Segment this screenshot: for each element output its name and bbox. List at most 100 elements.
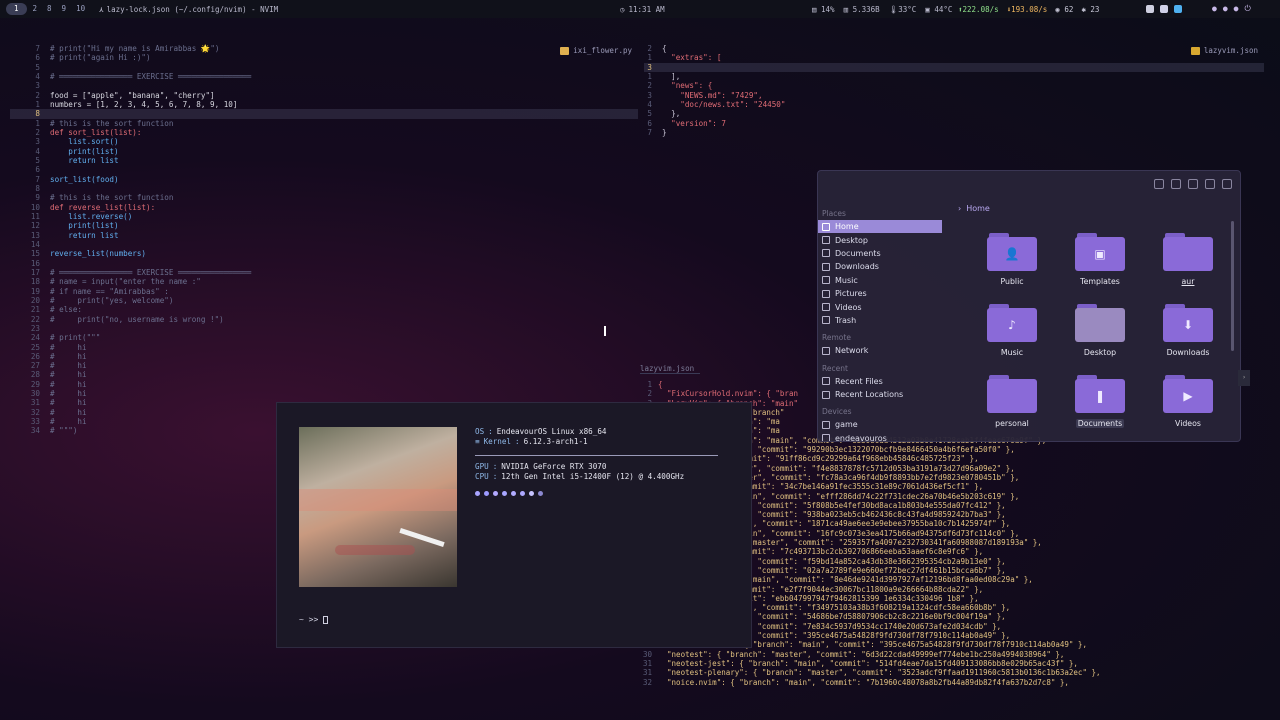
code-line[interactable]: 9 # this is the sort function <box>10 193 638 202</box>
folder-desktop[interactable]: Desktop <box>1056 304 1144 357</box>
sidebar-item-network[interactable]: Network <box>818 344 942 357</box>
folder-public[interactable]: 👤 Public <box>968 233 1056 286</box>
workspace-9[interactable]: 9 <box>58 3 71 15</box>
sidebar-item-recent-files[interactable]: Recent Files <box>818 375 942 388</box>
code-line[interactable]: 5 }, <box>644 109 1264 118</box>
lock-line[interactable]: 32 "noice.nvim": { "branch": "main", "co… <box>640 678 1270 687</box>
code-line[interactable]: 15 reverse_list(numbers) <box>10 249 638 258</box>
workspace-2[interactable]: 2 <box>29 3 42 15</box>
code-line[interactable]: 1 "extras": [ <box>644 53 1264 62</box>
folder-personal[interactable]: personal <box>968 375 1056 428</box>
code-line[interactable]: 13 return list <box>10 231 638 240</box>
file-manager-scrollbar[interactable] <box>1231 221 1234 351</box>
folder-music[interactable]: ♪ Music <box>968 304 1056 357</box>
code-line[interactable]: 21 # else: <box>10 305 638 314</box>
right-top-editor-pane[interactable]: lazyvim.json 2{1 "extras": [3 1 ], 2 "new… <box>644 44 1264 140</box>
sidebar-item-downloads[interactable]: Downloads <box>818 260 942 273</box>
code-line[interactable]: 26 # hi <box>10 352 638 361</box>
code-line[interactable]: 14 <box>10 240 638 249</box>
workspace-1[interactable]: 1 <box>6 3 27 15</box>
lock-line[interactable]: 30 "neotest": { "branch": "master", "com… <box>640 650 1270 659</box>
sidebar-item-home[interactable]: Home <box>818 220 942 234</box>
split-view-icon[interactable] <box>1154 179 1164 189</box>
code-line[interactable]: 11 list.reverse() <box>10 212 638 221</box>
sidebar-item-music[interactable]: Music <box>818 274 942 287</box>
preview-eye-icon[interactable] <box>1171 179 1181 189</box>
clock[interactable]: ◷ 11:31 AM <box>620 5 665 14</box>
breadcrumb[interactable]: › Home <box>958 204 990 213</box>
code-line[interactable]: 2{ <box>644 44 1264 53</box>
breadcrumb-home[interactable]: Home <box>966 204 990 213</box>
code-line[interactable]: 3 "NEWS.md": "7429", <box>644 91 1264 100</box>
tray-screen-icon[interactable] <box>1160 5 1168 13</box>
lock-icon[interactable]: ● <box>1212 4 1217 14</box>
sidebar-item-desktop[interactable]: Desktop <box>818 233 942 246</box>
code-line[interactable]: 27 # hi <box>10 361 638 370</box>
code-line[interactable]: 24 # print(""" <box>10 333 638 342</box>
code-line[interactable]: 4 print(list) <box>10 147 638 156</box>
code-line[interactable]: 18 # name = input("enter the name :" <box>10 277 638 286</box>
code-line[interactable]: 2 food = ["apple", "banana", "cherry"] <box>10 91 638 100</box>
sidebar-item-videos[interactable]: Videos <box>818 300 942 313</box>
sidebar-item-game[interactable]: game <box>818 418 942 431</box>
tray-window-icon[interactable] <box>1146 5 1154 13</box>
menu-icon[interactable] <box>1222 179 1232 189</box>
lock-line[interactable]: 31 "neotest-plenary": { "branch": "maste… <box>640 668 1270 677</box>
code-line[interactable]: 28 # hi <box>10 370 638 379</box>
code-line[interactable]: 5 return list <box>10 156 638 165</box>
code-line[interactable]: 3 <box>644 62 1264 72</box>
code-line[interactable]: 7 sort_list(food) <box>10 175 638 184</box>
terminal-window[interactable]: OS : EndeavourOS Linux x86_64 ≡ Kernel :… <box>276 402 752 648</box>
left-editor-pane[interactable]: ixi_flower.py 7 # print("Hi my name is Am… <box>10 44 638 444</box>
code-line[interactable]: 3 list.sort() <box>10 137 638 146</box>
code-line[interactable]: 12 print(list) <box>10 221 638 230</box>
code-line[interactable]: 8 <box>10 184 638 193</box>
code-line[interactable]: 16 <box>10 259 638 268</box>
code-line[interactable]: 22 # print("no, username is wrong !") <box>10 315 638 324</box>
network-icon[interactable]: ● <box>1234 4 1239 14</box>
sidebar-item-documents[interactable]: Documents <box>818 247 942 260</box>
code-line[interactable]: 5 <box>10 63 638 72</box>
workspace-8[interactable]: 8 <box>43 3 56 15</box>
volume-icon[interactable]: ● <box>1223 4 1228 14</box>
folder-downloads[interactable]: ⬇ Downloads <box>1144 304 1232 357</box>
code-line[interactable]: 29 # hi <box>10 380 638 389</box>
code-line[interactable]: 20 # print("yes, welcome") <box>10 296 638 305</box>
panel-toggle-icon[interactable] <box>1205 179 1215 189</box>
code-line[interactable]: 6 "version": 7 <box>644 119 1264 128</box>
code-line[interactable]: 6 # print("again Hi :)") <box>10 53 638 62</box>
code-line[interactable]: 4 # ════════════════ EXERCISE ═══════════… <box>10 72 638 81</box>
folder-templates[interactable]: ▣ Templates <box>1056 233 1144 286</box>
side-panel-tab[interactable]: › <box>1238 370 1250 386</box>
code-line[interactable]: 6 <box>10 165 638 174</box>
sidebar-item-recent-locations[interactable]: Recent Locations <box>818 388 942 401</box>
code-line[interactable]: 8 <box>10 109 638 119</box>
lock-line[interactable]: 31 "neotest-jest": { "branch": "main", "… <box>640 659 1270 668</box>
code-line[interactable]: 23 <box>10 324 638 333</box>
folder-aur[interactable]: aur <box>1144 233 1232 286</box>
shell-prompt[interactable]: ~ >> <box>299 615 329 624</box>
code-line[interactable]: 2 "news": { <box>644 81 1264 90</box>
code-line[interactable]: 10 def reverse_list(list): <box>10 203 638 212</box>
code-line[interactable]: 25 # hi <box>10 343 638 352</box>
code-line[interactable]: 1 ], <box>644 72 1264 81</box>
folder-videos[interactable]: ▶ Videos <box>1144 375 1232 428</box>
sidebar-item-endeavouros[interactable]: endeavouros <box>818 432 942 441</box>
code-line[interactable]: 1 numbers = [1, 2, 3, 4, 5, 6, 7, 8, 9, 1… <box>10 100 638 109</box>
new-folder-icon[interactable] <box>1188 179 1198 189</box>
code-line[interactable]: 4 "doc/news.txt": "24450" <box>644 100 1264 109</box>
sidebar-item-trash[interactable]: Trash <box>818 314 942 327</box>
power-icon[interactable]: ⏻ <box>1244 4 1250 14</box>
code-line[interactable]: 30 # hi <box>10 389 638 398</box>
folder-documents[interactable]: ❚ Documents <box>1056 375 1144 428</box>
code-line[interactable]: 2 def sort_list(list): <box>10 128 638 137</box>
file-manager-window[interactable]: Places Home Desktop Documents Downloads Musi… <box>817 170 1241 442</box>
code-line[interactable]: 1 # this is the sort function <box>10 119 638 128</box>
code-line[interactable]: 7 # print("Hi my name is Amirabbas 🌟") <box>10 44 638 53</box>
code-line[interactable]: 3 <box>10 81 638 90</box>
sidebar-item-pictures[interactable]: Pictures <box>818 287 942 300</box>
code-line[interactable]: 17 # ════════════════ EXERCISE ══════════… <box>10 268 638 277</box>
code-line[interactable]: 19 # if name == "Amirabbas" : <box>10 287 638 296</box>
workspace-10[interactable]: 10 <box>72 3 89 15</box>
tray-app-icon[interactable] <box>1174 5 1182 13</box>
